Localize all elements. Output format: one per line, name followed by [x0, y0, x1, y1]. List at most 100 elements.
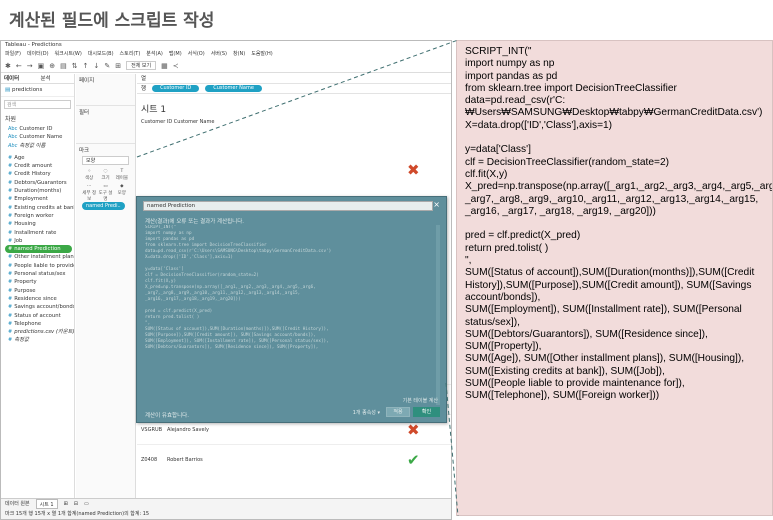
- measure-field[interactable]: # Housing: [1, 220, 74, 228]
- calc-name-input[interactable]: named Prediction: [143, 201, 433, 211]
- chart-icon[interactable]: ▦: [161, 62, 168, 70]
- menu-item[interactable]: 서버(S): [211, 50, 227, 59]
- number-type-icon: #: [8, 279, 13, 286]
- menu-item[interactable]: 서식(O): [188, 50, 205, 59]
- measure-field[interactable]: # Installment rate: [1, 229, 74, 237]
- number-type-icon: #: [8, 188, 13, 195]
- columns-shelf[interactable]: 열: [137, 74, 451, 84]
- field-label: Credit History: [14, 171, 51, 178]
- measure-field[interactable]: # Purpose: [1, 287, 74, 295]
- row-pill-customer-id[interactable]: Customer ID: [152, 85, 200, 92]
- back-icon[interactable]: ←: [16, 62, 22, 70]
- save-icon[interactable]: ▣: [38, 62, 45, 70]
- measure-field[interactable]: # Age: [1, 154, 74, 162]
- measure-field[interactable]: # Existing credits at bank: [1, 204, 74, 212]
- measure-field[interactable]: # Savings account/bonds: [1, 303, 74, 311]
- number-type-icon: #: [8, 295, 13, 302]
- swap-icon[interactable]: ⇅: [72, 62, 78, 70]
- number-type-icon: #: [8, 304, 13, 311]
- tab-data[interactable]: 데이터: [1, 74, 38, 83]
- tab-sheet1[interactable]: 시트 1: [35, 499, 58, 509]
- dimension-field[interactable]: Abc 측정값 이름: [1, 142, 74, 150]
- menu-item[interactable]: 워크시트(W): [55, 50, 82, 59]
- menu-item[interactable]: 분석(A): [146, 50, 163, 59]
- filters-shelf[interactable]: 필터: [76, 106, 135, 144]
- measure-field[interactable]: #People liable to provide ...: [1, 262, 74, 270]
- menu-item[interactable]: 스토리(T): [120, 50, 141, 59]
- number-type-icon: #: [8, 312, 13, 319]
- mark-button[interactable]: ⋯ 세부 정보: [82, 184, 96, 202]
- close-icon[interactable]: ×: [433, 200, 440, 209]
- row-pill-customer-name[interactable]: Customer Name: [205, 85, 262, 92]
- measure-field[interactable]: # Credit amount: [1, 162, 74, 170]
- forward-icon[interactable]: →: [27, 62, 33, 70]
- prediction-pill[interactable]: named Predi..: [82, 202, 125, 210]
- marks-card: 마크 모양 ⁘ 색상 ◌ 크기 T 레이블 ⋯ 세부 정보 ▭ 도구 설명 ◆ 모양 named Pr…: [76, 144, 135, 224]
- field-label: predictions.csv (카운트): [14, 329, 74, 336]
- marks-buttons: ⁘ 색상 ◌ 크기 T 레이블 ⋯ 세부 정보 ▭ 도구 설명 ◆ 모양: [79, 167, 132, 202]
- highlight-icon[interactable]: ✎: [104, 62, 110, 70]
- measure-field[interactable]: # Status of account: [1, 312, 74, 320]
- dependencies-dropdown[interactable]: 1개 종속성 ▾: [353, 409, 380, 416]
- rows-shelf[interactable]: 행 Customer ID Customer Name: [137, 84, 451, 94]
- search-input[interactable]: 검색: [4, 100, 71, 109]
- menu-item[interactable]: 데이터(D): [27, 50, 49, 59]
- check-mark-icon: ✔: [407, 451, 420, 469]
- apply-button[interactable]: 적용: [386, 407, 410, 417]
- calc-valid-label: 계산이 유효합니다.: [145, 413, 189, 419]
- mark-button[interactable]: ◌ 크기: [98, 169, 112, 182]
- data-pane-tabs: 데이터 분석: [1, 74, 74, 84]
- ok-button[interactable]: 확인: [413, 407, 440, 417]
- mark-button[interactable]: ◆ 모양: [115, 184, 129, 197]
- measure-field[interactable]: # Telephone: [1, 320, 74, 328]
- tab-analysis[interactable]: 분석: [38, 74, 75, 83]
- datasource-item[interactable]: ▤ predictions: [1, 84, 74, 97]
- group-icon[interactable]: ⊞: [115, 62, 121, 70]
- menu-item[interactable]: 도움말(H): [251, 50, 272, 59]
- fit-select[interactable]: 전체 보기: [126, 61, 157, 70]
- measure-field[interactable]: # Debtors/Guarantors: [1, 179, 74, 187]
- measure-field[interactable]: # Foreign worker: [1, 212, 74, 220]
- functions-link[interactable]: 기본 테이블 계산: [403, 397, 438, 404]
- dimension-field[interactable]: Abc Customer Name: [1, 133, 74, 141]
- measure-field[interactable]: # Job: [1, 237, 74, 245]
- menu-item[interactable]: 맵(M): [169, 50, 182, 59]
- number-type-icon: #: [8, 287, 13, 294]
- marks-type-select[interactable]: 모양: [82, 156, 129, 165]
- mark-button[interactable]: ▭ 도구 설명: [98, 184, 113, 202]
- cards-pane: 페이지 필터 마크 모양 ⁘ 색상 ◌ 크기 T 레이블 ⋯ 세부 정보 ▭ 도구 설명 ◆ 모양 n…: [76, 74, 136, 498]
- measure-field[interactable]: # Other installment plans: [1, 253, 74, 261]
- tab-datasource[interactable]: 데이터 원본: [5, 499, 30, 509]
- menu-item[interactable]: 대시보드(B): [88, 50, 114, 59]
- pages-shelf[interactable]: 페이지: [76, 74, 135, 106]
- menu-item[interactable]: 창(N): [233, 50, 245, 59]
- new-story-tab-icon[interactable]: ▭: [84, 499, 89, 509]
- mark-button[interactable]: T 레이블: [115, 169, 129, 182]
- new-datasource-icon[interactable]: ⊕: [49, 62, 55, 70]
- measure-field[interactable]: # Employment: [1, 195, 74, 203]
- sort-desc-icon[interactable]: ↓: [94, 62, 100, 70]
- dimension-field[interactable]: Abc Customer ID: [1, 125, 74, 133]
- field-label: Existing credits at bank: [14, 204, 74, 211]
- new-sheet-icon[interactable]: ▤: [60, 62, 67, 70]
- menu-item[interactable]: 파일(F): [5, 50, 21, 59]
- menu-bar: 파일(F) 데이터(D) 워크시트(W) 대시보드(B) 스토리(T) 분석(A) 맵(M)…: [1, 50, 451, 59]
- editor-scrollbar[interactable]: [436, 225, 440, 405]
- measure-field[interactable]: # Duration(months): [1, 187, 74, 195]
- new-sheet-tab-icon[interactable]: ⊞: [64, 499, 68, 509]
- sort-asc-icon[interactable]: ↑: [83, 62, 89, 70]
- calc-editor[interactable]: SCRIPT_INT(" import numpy as np import p…: [145, 225, 437, 405]
- measure-field-selected[interactable]: # named Prediction: [5, 245, 72, 254]
- measure-field[interactable]: # predictions.csv (카운트): [1, 328, 74, 336]
- mark-button[interactable]: ⁘ 색상: [82, 169, 96, 182]
- number-type-icon: #: [8, 271, 13, 278]
- new-dashboard-tab-icon[interactable]: ⊟: [74, 499, 78, 509]
- share-icon[interactable]: ≺: [173, 62, 179, 70]
- measure-field[interactable]: # 측정값: [1, 336, 74, 344]
- field-label: Installment rate: [14, 229, 57, 236]
- measure-field[interactable]: # Residence since: [1, 295, 74, 303]
- measure-field[interactable]: # Property: [1, 278, 74, 286]
- string-type-icon: Abc: [8, 134, 18, 141]
- measure-field[interactable]: # Personal status/sex: [1, 270, 74, 278]
- measure-field[interactable]: # Credit History: [1, 170, 74, 178]
